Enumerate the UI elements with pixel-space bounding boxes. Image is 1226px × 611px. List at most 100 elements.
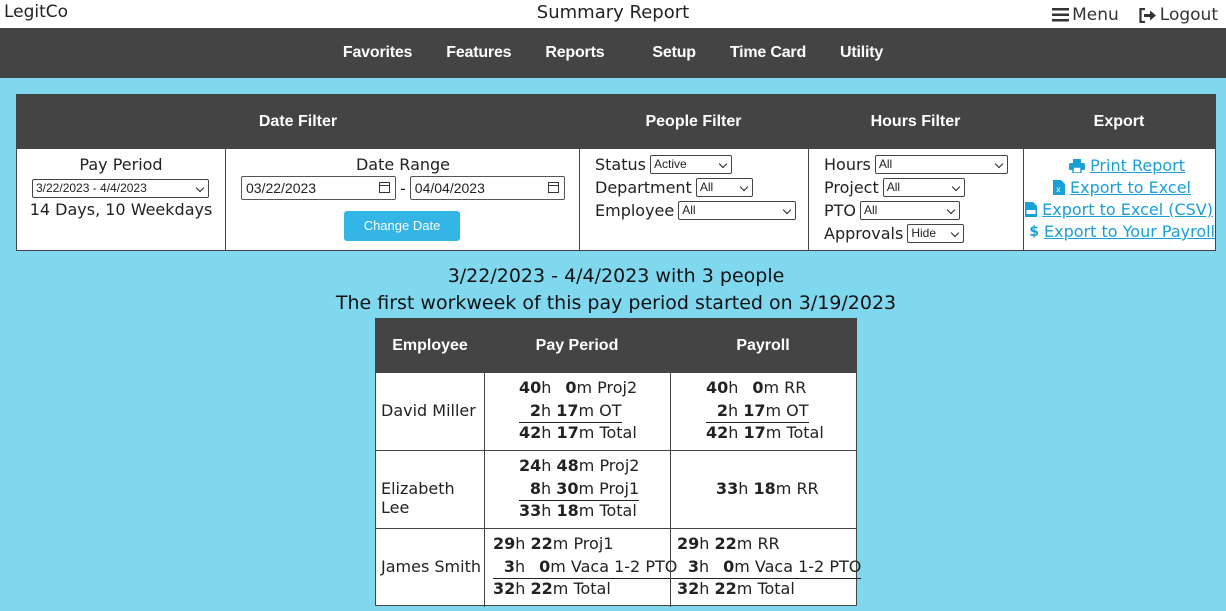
pay-period-select[interactable]: 3/22/2023 - 4/4/2023	[32, 179, 209, 198]
date-from-input[interactable]: 03/22/2023	[241, 176, 396, 200]
minutes-value: 22	[530, 534, 553, 553]
minutes-value: 22	[714, 534, 737, 553]
hours-unit: h	[541, 478, 557, 498]
hours-line: 32h 22m Total	[677, 578, 861, 601]
hours-value: 42	[519, 423, 542, 442]
payroll-cell: 29h 22m RR 3h 0m Vaca 1-2 PTO 32h 22m Tota…	[670, 529, 862, 607]
minutes-value: 0	[752, 378, 764, 397]
menu-button[interactable]: Menu	[1052, 5, 1119, 25]
hours-entry: 3h 0m Vaca 1-2 PTO	[493, 556, 678, 579]
minutes-value: 17	[556, 423, 579, 442]
hours-entry: 40h 0m Proj2	[519, 377, 637, 400]
hours-filter-heading: Hours Filter	[870, 113, 961, 130]
date-range-cell: Date Range 03/22/2023 - 04/04/2023 Chang…	[225, 149, 579, 251]
project-select[interactable]: All	[882, 178, 965, 197]
hours-category: Proj2	[597, 378, 638, 397]
status-select[interactable]: Active	[649, 155, 732, 174]
hours-line: 33h 18m RR	[716, 478, 819, 501]
hours-entry: 8h 30m Proj1	[519, 478, 640, 501]
hours-lines: 29h 22m RR 3h 0m Vaca 1-2 PTO 32h 22m Tota…	[677, 533, 862, 601]
hours-entry: 33h 18m RR	[716, 478, 819, 501]
excel-file-icon: x	[1053, 180, 1065, 195]
minutes-unit: m	[765, 423, 787, 442]
hours-value: 33	[716, 479, 739, 498]
pto-label: PTO	[824, 201, 857, 220]
export-csv-link[interactable]: Export to Excel (CSV)	[1025, 200, 1213, 219]
report-table: Employee Pay Period Payroll David Miller…	[375, 318, 862, 607]
employee-name[interactable]: David Miller	[381, 401, 476, 420]
export-cell: Print Report x Export to Excel Export to…	[1023, 149, 1215, 251]
hours-unit: h	[541, 456, 557, 475]
hours-lines: 29h 22m Proj1 3h 0m Vaca 1-2 PTO 32h 22m T…	[493, 533, 678, 601]
nav-setup[interactable]: Setup	[652, 44, 696, 62]
print-report-link[interactable]: Print Report	[1069, 156, 1185, 175]
hours-entry: 32h 22m Total	[493, 578, 611, 601]
report-header-row: Employee Pay Period Payroll	[376, 319, 856, 372]
change-date-button[interactable]: Change Date	[344, 211, 460, 241]
page-title: Summary Report	[536, 2, 690, 23]
hours-filter-cell: Hours All Project All PTO All Approvals …	[808, 149, 1023, 251]
calendar-icon[interactable]	[379, 182, 390, 193]
export-payroll-link[interactable]: $ Export to Your Payroll	[1029, 222, 1215, 241]
minutes-value: 18	[753, 479, 776, 498]
filter-panel: Date Filter People Filter Hours Filter E…	[16, 94, 1216, 251]
date-from-value: 03/22/2023	[246, 180, 317, 196]
pto-select[interactable]: All	[860, 201, 961, 220]
minutes-value: 18	[556, 501, 579, 520]
date-to-input[interactable]: 04/04/2023	[409, 176, 565, 200]
hours-category: Total	[757, 579, 795, 598]
hours-line: 29h 22m RR	[677, 533, 861, 556]
hours-line: 29h 22m Proj1	[493, 533, 677, 556]
logout-icon	[1139, 7, 1156, 23]
nav-time-card[interactable]: Time Card	[730, 44, 806, 62]
hours-line: 40h 0m RR	[706, 377, 824, 400]
minutes-unit: m	[734, 556, 755, 576]
hours-value: 42	[706, 423, 729, 442]
summary-workweek: The first workweek of this pay period st…	[335, 292, 897, 314]
minutes-unit: m	[765, 400, 787, 420]
hours-value: 29	[677, 534, 700, 553]
nav-favorites[interactable]: Favorites	[343, 44, 413, 62]
approvals-select[interactable]: Hide	[907, 224, 965, 243]
employee-select[interactable]: All	[678, 201, 797, 220]
department-select[interactable]: All	[695, 178, 753, 197]
hours-category: Proj1	[599, 478, 640, 498]
summary-range: 3/22/2023 - 4/4/2023 with 3 people	[447, 265, 785, 287]
date-filter-heading: Date Filter	[258, 113, 338, 130]
hours-category: Total	[599, 501, 637, 520]
hours-value: 32	[493, 579, 516, 598]
hours-line: 42h 17m Total	[519, 422, 637, 445]
hours-unit: h	[541, 501, 557, 520]
hours-unit: h	[541, 378, 557, 397]
export-excel-link[interactable]: x Export to Excel	[1053, 178, 1191, 197]
logout-button[interactable]: Logout	[1139, 5, 1218, 25]
hours-unit: h	[728, 423, 744, 442]
employee-cell: James Smith	[376, 529, 484, 607]
minutes-unit: m	[578, 423, 600, 442]
hours-category: OT	[599, 400, 622, 420]
minutes-unit: m	[775, 479, 797, 498]
hours-unit: h	[728, 378, 744, 397]
hours-value: 40	[706, 378, 729, 397]
nav-utility[interactable]: Utility	[840, 44, 883, 62]
hours-select[interactable]: All	[874, 155, 1008, 174]
status-label: Status	[595, 155, 646, 174]
filter-header-row: Date Filter People Filter Hours Filter E…	[17, 95, 1215, 149]
hours-category: RR	[784, 378, 807, 397]
hours-line: 3h 0m Vaca 1-2 PTO	[677, 556, 862, 579]
pay-period-cell: 29h 22m Proj1 3h 0m Vaca 1-2 PTO 32h 22m T…	[484, 529, 678, 607]
nav-features[interactable]: Features	[446, 44, 511, 62]
minutes-unit: m	[763, 378, 785, 397]
hours-unit: h	[515, 579, 531, 598]
hours-value: 29	[493, 534, 516, 553]
payroll-cell: 40h 0m RR 2h 17m OT 42h 17m Total	[670, 373, 857, 451]
logout-label: Logout	[1159, 5, 1218, 25]
employee-name[interactable]: James Smith	[381, 557, 481, 576]
hours-label: Hours	[824, 155, 871, 174]
hours-line: 2h 17m OT	[519, 400, 637, 423]
employee-name[interactable]: Elizabeth Lee	[381, 479, 484, 517]
minutes-unit: m	[578, 400, 600, 420]
hours-entry: 40h 0m RR	[706, 377, 806, 400]
calendar-icon[interactable]	[547, 182, 559, 193]
nav-reports[interactable]: Reports	[545, 44, 604, 62]
